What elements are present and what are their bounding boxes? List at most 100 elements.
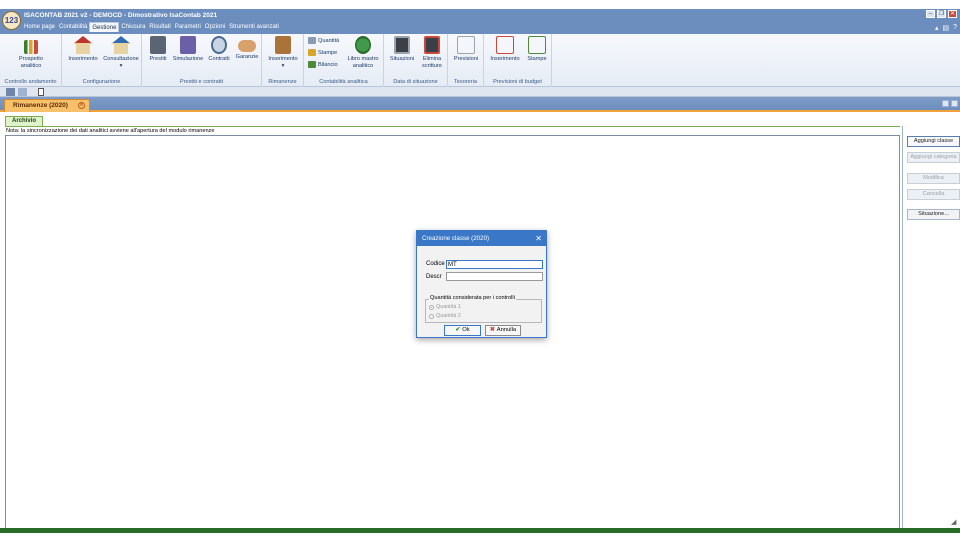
dialog-close-icon[interactable]: ✕: [535, 231, 542, 246]
menu-gestione[interactable]: Gestione: [89, 22, 120, 32]
inserimento-budget-button[interactable]: Inserimento: [487, 36, 523, 63]
minimize-button[interactable]: –: [926, 10, 935, 18]
tab-rimanenze[interactable]: Rimanenze (2020) ✕: [4, 99, 90, 112]
toolbar-tool-icon[interactable]: [6, 88, 15, 96]
group-label-configurazione: Configurazione: [82, 79, 121, 85]
tab-restore-icon[interactable]: [951, 100, 958, 107]
annulla-button[interactable]: ✖ Annulla: [485, 325, 521, 336]
tab-list-icon[interactable]: [942, 100, 949, 107]
action-panel: Aggiungi classe Aggiungi categoria Modif…: [902, 126, 960, 532]
menu-opzioni[interactable]: Opzioni: [203, 22, 227, 32]
modifica-button[interactable]: Modifica: [907, 173, 960, 184]
consultazione-label: Consultazione: [103, 56, 139, 62]
situazioni-button[interactable]: Situazioni: [386, 36, 418, 63]
quick-access-toolbar: [0, 87, 960, 97]
globe-book-icon: [355, 36, 371, 54]
menu-strumenti-avanzati[interactable]: Strumenti avanzati: [227, 22, 281, 32]
ribbon-group-configurazione: Inserimento Consultazione ▾ Configurazio…: [62, 34, 142, 87]
consultazione-button[interactable]: Consultazione ▾: [102, 36, 140, 69]
cancella-button[interactable]: Cancella: [907, 189, 960, 200]
balance-icon: [308, 61, 316, 68]
help-icon[interactable]: ?: [953, 24, 957, 32]
garanzie-label: Garanzie: [235, 54, 259, 60]
codice-input[interactable]: MT: [446, 260, 543, 269]
contratti-button[interactable]: Contratti: [206, 36, 232, 63]
ribbon: Prospetto analitico Controllo andamento …: [0, 34, 960, 87]
descr-input[interactable]: [446, 272, 543, 281]
close-tab-icon[interactable]: ✕: [78, 102, 85, 109]
garanzie-button[interactable]: Garanzie: [233, 36, 261, 61]
annulla-label: Annulla: [496, 327, 517, 333]
group-label-analitica: Contabilità analitica: [319, 79, 368, 85]
group-label-previsioni-budget: Previsioni di budget: [493, 79, 542, 85]
group-label-rimanenze: Rimanenze: [268, 79, 297, 85]
ribbon-group-tesoreria: Previsioni Tesoreria: [448, 34, 484, 87]
creazione-classe-dialog: Creazione classe (2020) ✕ Codice MT Desc…: [416, 230, 547, 338]
application-window: 123 ISACONTAB 2021 v2 - DEMOCD - Dimostr…: [0, 9, 960, 533]
simulazione-button[interactable]: Simulazione: [171, 36, 205, 63]
group-label-data-situazione: Data di situazione: [393, 79, 438, 85]
close-window-button[interactable]: ✕: [948, 10, 957, 18]
ribbon-group-rimanenze: Inserimento ▾ Rimanenze: [262, 34, 304, 87]
radio-unchecked-icon: [429, 313, 434, 319]
camera-icon: [394, 36, 410, 54]
prestiti-button[interactable]: Prestiti: [146, 36, 170, 63]
resize-grip-icon[interactable]: ◢: [951, 519, 959, 527]
situazione-button[interactable]: Situazione...: [907, 209, 960, 220]
menu-parametri[interactable]: Parametri: [173, 22, 203, 32]
aggiungi-classe-button[interactable]: Aggiungi classe: [907, 136, 960, 147]
stampe-button[interactable]: Stampe: [308, 49, 337, 56]
house-icon: [73, 36, 93, 54]
menu-chiusura[interactable]: Chiusura: [119, 22, 147, 32]
inserimento-bud-label: Inserimento: [490, 56, 520, 62]
aggiungi-categoria-button[interactable]: Aggiungi categoria: [907, 152, 960, 163]
ok-button[interactable]: ✔ Ok: [444, 325, 481, 336]
group-label-tesoreria: Tesoreria: [453, 79, 477, 85]
ribbon-collapse-icon[interactable]: ▴: [935, 24, 939, 32]
toolbar-dropdown-icon[interactable]: [38, 88, 44, 96]
elimina-scritture-label: Elimina scritture: [422, 56, 442, 69]
checkmark-icon: ✔: [455, 327, 461, 333]
camera-delete-icon: [424, 36, 440, 54]
bilancio-button[interactable]: Bilancio: [308, 61, 338, 68]
sync-note: Nota: la sincronizzazione dei dati anali…: [5, 126, 900, 135]
ribbon-group-prestiti: Prestiti Simulazione Contratti Garanzie …: [142, 34, 262, 87]
title-bar: 123 ISACONTAB 2021 v2 - DEMOCD - Dimostr…: [0, 9, 960, 34]
stampe-bud-label: Stampe: [527, 56, 547, 62]
toolbar-print-icon[interactable]: [18, 88, 27, 96]
inserimento-rim-label: Inserimento: [268, 56, 298, 62]
libro-mastro-button[interactable]: Libro mastro analitico: [344, 36, 382, 69]
ok-label: Ok: [462, 327, 470, 333]
prospetto-analitico-button[interactable]: Prospetto analitico: [10, 36, 52, 69]
inserimento-rimanenze-button[interactable]: Inserimento ▾: [265, 36, 301, 69]
restore-button[interactable]: ❐: [937, 10, 946, 18]
window-controls: – ❐ ✕: [926, 10, 957, 18]
trend-chart-icon: [457, 36, 475, 54]
stampe-label: Stampe: [318, 49, 338, 56]
inserimento-configurazione-button[interactable]: Inserimento: [66, 36, 100, 63]
tab-rimanenze-label: Rimanenze (2020): [13, 102, 68, 109]
menu-contabilita[interactable]: Contabilità: [57, 22, 89, 32]
quantita-1-option[interactable]: Quantità 1: [429, 304, 461, 310]
quantity-groupbox: Quantità considerata per i controlli Qua…: [425, 295, 542, 323]
contratti-label: Contratti: [208, 56, 230, 62]
simulazione-label: Simulazione: [172, 56, 204, 62]
menu-home-page[interactable]: Home page: [22, 22, 57, 32]
budget-print-icon: [528, 36, 546, 54]
ribbon-group-previsioni-budget: Inserimento Stampe Previsioni di budget: [484, 34, 552, 87]
stampe-budget-button[interactable]: Stampe: [524, 36, 550, 63]
menu-risultati[interactable]: Risultati: [147, 22, 172, 32]
document-icon[interactable]: ▤: [942, 24, 949, 32]
quantita-2-option[interactable]: Quantità 2: [429, 313, 461, 319]
elimina-scritture-button[interactable]: Elimina scritture: [417, 36, 447, 69]
quantity-legend: Quantità considerata per i controlli: [429, 295, 516, 301]
dialog-title-bar: Creazione classe (2020) ✕: [417, 231, 546, 246]
tab-archivio[interactable]: Archivio: [5, 116, 43, 126]
ribbon-group-data-situazione: Situazioni Elimina scritture Data di sit…: [384, 34, 448, 87]
dialog-title: Creazione classe (2020): [422, 235, 490, 242]
quantita-button[interactable]: Quantità: [308, 37, 339, 44]
contract-icon: [211, 36, 227, 54]
box-icon: [275, 36, 291, 54]
menu-bar: Home page Contabilità Gestione Chiusura …: [22, 22, 281, 32]
previsioni-button[interactable]: Previsioni: [451, 36, 481, 63]
